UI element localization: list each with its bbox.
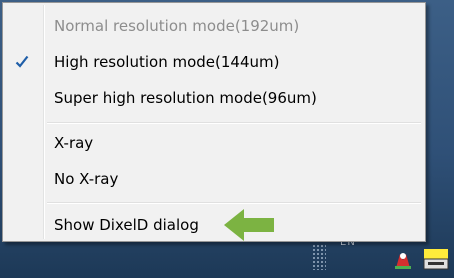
menu-item-show-dixeld-dialog[interactable]: Show DixelD dialog [5, 210, 423, 240]
menu-item-no-x-ray[interactable]: No X-ray [5, 164, 423, 194]
menu-item-label: Super high resolution mode(96um) [54, 89, 317, 107]
device-tray-icon[interactable] [422, 248, 450, 270]
green-arrow-icon [224, 209, 274, 241]
check-box [9, 50, 33, 74]
menu-separator [47, 122, 421, 124]
context-menu: Normal resolution mode(192um) High resol… [2, 2, 426, 242]
menu-item-x-ray[interactable]: X-ray [5, 128, 423, 158]
menu-item-label: X-ray [54, 134, 94, 152]
menu-item-super-high-resolution[interactable]: Super high resolution mode(96um) [5, 83, 423, 113]
menu-item-label: High resolution mode(144um) [54, 53, 280, 71]
menu-item-label: Show DixelD dialog [54, 216, 199, 234]
checkmark-icon [15, 55, 29, 68]
menu-item-high-resolution[interactable]: High resolution mode(144um) [5, 47, 423, 77]
tray-grip-icon[interactable] [312, 244, 326, 270]
menu-item-label: Normal resolution mode(192um) [54, 17, 300, 35]
menu-item-normal-resolution[interactable]: Normal resolution mode(192um) [5, 11, 423, 41]
menu-item-label: No X-ray [54, 170, 119, 188]
flag-tray-icon[interactable] [392, 250, 414, 270]
menu-separator [47, 202, 421, 204]
